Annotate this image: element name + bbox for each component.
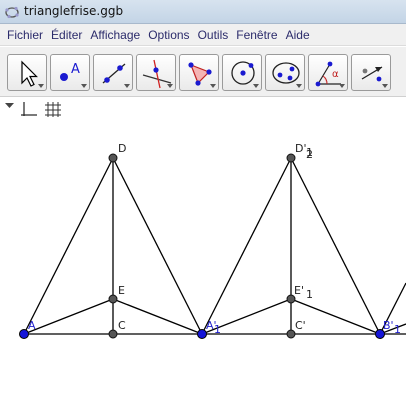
title-bar: trianglefrise.ggb [0,0,406,24]
label-C: C [118,319,126,332]
translate-tool-button[interactable] [351,54,391,91]
line-tool-button[interactable] [93,54,133,91]
dependent-points [108,153,296,339]
menu-edit[interactable]: Éditer [47,28,86,42]
menu-tools[interactable]: Outils [194,28,233,42]
segment-AD [23,157,114,335]
label-A: A [28,319,36,332]
toolbar: A α [0,47,406,97]
label-D1: D' [295,142,307,155]
tool-menu-arrow-icon [339,84,345,88]
axes-icon[interactable] [20,101,38,119]
grid-icon[interactable] [44,101,62,119]
collapse-arrow-icon[interactable] [5,103,14,109]
angle-tool-button[interactable]: α [308,54,348,91]
polygon-tool-button[interactable] [179,54,219,91]
point-C1[interactable] [286,329,296,339]
circle-tool-button[interactable] [222,54,262,91]
tool-menu-arrow-icon [38,84,44,88]
menu-file[interactable]: Fichier [3,28,47,42]
menu-help[interactable]: Aide [282,28,314,42]
segment-A1D1 [201,157,292,335]
tool-menu-arrow-icon [210,84,216,88]
menu-window[interactable]: Fenêtre [232,28,281,42]
label-D: D [118,142,126,155]
conic-tool-button[interactable] [265,54,305,91]
label-B1: B' [383,319,394,332]
tool-menu-arrow-icon [382,84,388,88]
tool-menu-arrow-icon [124,84,130,88]
label-D2-sub: 2 [306,148,313,161]
tool-menu-arrow-icon [253,84,259,88]
graphics-view[interactable]: D E C A A' 1 C' E' 1 D' 1 2 B' 1 [0,123,406,408]
menu-bar: Fichier Éditer Affichage Options Outils … [0,24,406,46]
point-C[interactable] [108,329,118,339]
svg-text:α: α [332,69,339,80]
segment-DA1 [112,157,203,335]
point-E[interactable] [108,294,118,304]
move-tool-button[interactable] [7,54,47,91]
menu-options[interactable]: Options [144,28,193,42]
label-A1-sub: 1 [214,323,221,336]
label-E1: E' [294,284,304,297]
tool-menu-arrow-icon [167,84,173,88]
segment-D1B1 [290,157,381,335]
segments [23,157,406,335]
construction-canvas[interactable]: D E C A A' 1 C' E' 1 D' 1 2 B' 1 [0,123,406,408]
point-D[interactable] [108,153,118,163]
window-title: trianglefrise.ggb [24,4,124,18]
label-C1: C' [295,319,306,332]
perpendicular-tool-button[interactable] [136,54,176,91]
segment-AE [23,298,114,335]
label-E1-sub: 1 [306,288,313,301]
svg-text:A: A [71,62,80,77]
segment-EA1 [112,298,203,335]
geogebra-app-icon [5,6,19,19]
point-tool-button[interactable]: A [50,54,90,91]
tool-menu-arrow-icon [296,84,302,88]
point-D1[interactable] [286,153,296,163]
menu-view[interactable]: Affichage [86,28,144,42]
label-B1-sub: 1 [394,323,401,336]
tool-menu-arrow-icon [81,84,87,88]
style-bar [0,97,406,123]
label-E: E [118,284,125,297]
